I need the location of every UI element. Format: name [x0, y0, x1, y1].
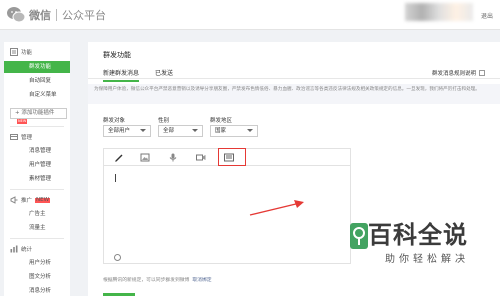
top-bar: 微信 公众平台 退出 — [0, 0, 500, 30]
weibo-sync-hint: 根据腾讯的新规定，可以同步群发到微博 取消绑定 — [103, 276, 212, 283]
sidebar-item-message-analytics[interactable]: 消息分析 — [4, 285, 70, 296]
tab-sent[interactable]: 已发送 — [155, 68, 173, 77]
sidebar-divider — [10, 126, 64, 127]
watermark-subtitle: 助你轻松解决 — [385, 254, 469, 265]
voice-icon[interactable] — [168, 153, 178, 162]
sidebar-group-function: 功能 — [4, 48, 32, 56]
brand-subtitle: 公众平台 — [62, 9, 106, 22]
region-label: 群发地区 — [210, 118, 233, 124]
watermark-title: 百科全说 — [368, 221, 468, 249]
sidebar-item-mass-send[interactable]: 群发功能 — [4, 61, 70, 73]
sidebar-group-label: 管理 — [21, 135, 33, 141]
add-plugin-label: + 添加功能插件 — [15, 110, 55, 116]
pencil-icon[interactable] — [114, 153, 124, 162]
gender-select-value: 全部 — [163, 128, 175, 134]
function-icon — [10, 48, 18, 56]
sidebar-divider — [10, 238, 64, 239]
gender-select[interactable]: 全部 — [158, 125, 203, 137]
brand-divider — [56, 9, 57, 21]
new-badge: NEW — [35, 196, 51, 203]
rules-link[interactable]: 群发消息规则说明 — [432, 69, 485, 77]
target-select[interactable]: 全部用户 — [103, 125, 151, 137]
gender-label: 性别 — [158, 118, 170, 124]
rules-link-label: 群发消息规则说明 — [431, 71, 476, 77]
sidebar: 功能 群发功能 自动回复 自定义菜单 + 添加功能插件 NEW 管理 消息管理 用… — [4, 42, 70, 296]
sidebar-group-label: 统计 — [21, 247, 33, 253]
add-plugin-button[interactable]: + 添加功能插件 NEW — [10, 108, 67, 124]
manage-icon — [10, 134, 18, 140]
sidebar-group-label: 推广 — [21, 198, 33, 204]
text-cursor — [115, 174, 116, 182]
policy-notice: 为保障用户体验，微信公众平台严禁恶意营销以及诱导分享朋友圈，严禁发布色情低俗、暴… — [88, 84, 500, 104]
sidebar-item-materials[interactable]: 素材管理 — [4, 173, 70, 185]
region-select[interactable]: 国家 — [210, 125, 258, 137]
wechat-logo-icon — [6, 5, 26, 25]
target-select-value: 全部用户 — [108, 128, 131, 134]
unbind-link[interactable]: 取消绑定 — [192, 278, 211, 283]
account-avatar-blurred[interactable] — [405, 3, 473, 21]
sidebar-item-custom-menu[interactable]: 自定义菜单 — [4, 89, 70, 101]
new-badge: NEW — [17, 119, 28, 124]
sidebar-item-advertiser[interactable]: 广告主 — [4, 208, 70, 220]
chevron-down-icon — [247, 129, 253, 132]
annotation-highlight-box — [218, 148, 246, 166]
sidebar-group-label: 功能 — [21, 50, 33, 56]
target-label: 群发对象 — [103, 118, 126, 124]
annotation-arrow — [249, 200, 304, 216]
sidebar-item-users[interactable]: 用户管理 — [4, 159, 70, 171]
sidebar-item-user-analytics[interactable]: 用户分析 — [4, 257, 70, 269]
region-select-value: 国家 — [215, 128, 227, 134]
sidebar-item-messages[interactable]: 消息管理 — [4, 145, 70, 157]
promote-icon — [10, 196, 18, 204]
stats-icon — [10, 245, 18, 253]
sidebar-item-auto-reply[interactable]: 自动回复 — [4, 75, 70, 87]
logout-link[interactable]: 退出 — [481, 11, 493, 20]
tab-new-message[interactable]: 新建群发消息 — [103, 68, 140, 82]
watermark: 百科全说 — [368, 222, 468, 248]
sidebar-group-stats: 统计 — [4, 245, 32, 253]
page-title: 群发功能 — [103, 51, 131, 59]
sidebar-group-promote: 推广 NEW — [4, 196, 51, 204]
brand-name: 微信 — [29, 9, 51, 22]
tab-bar: 新建群发消息 已发送 群发消息规则说明 — [88, 65, 500, 82]
sidebar-group-manage: 管理 — [4, 133, 32, 141]
video-icon[interactable] — [196, 153, 206, 162]
help-icon — [479, 70, 485, 76]
sidebar-item-publisher[interactable]: 流量主 — [4, 222, 70, 234]
weibo-sync-text: 根据腾讯的新规定，可以同步群发到微博 — [103, 278, 190, 283]
image-icon[interactable] — [140, 153, 150, 162]
emoji-icon[interactable] — [114, 254, 121, 261]
brand-logo[interactable]: 微信 公众平台 — [6, 5, 106, 25]
sidebar-item-article-analytics[interactable]: 图文分析 — [4, 271, 70, 283]
chevron-down-icon — [140, 129, 146, 132]
watermark-seal — [350, 223, 368, 249]
chevron-down-icon — [192, 129, 198, 132]
sidebar-divider — [10, 189, 64, 190]
